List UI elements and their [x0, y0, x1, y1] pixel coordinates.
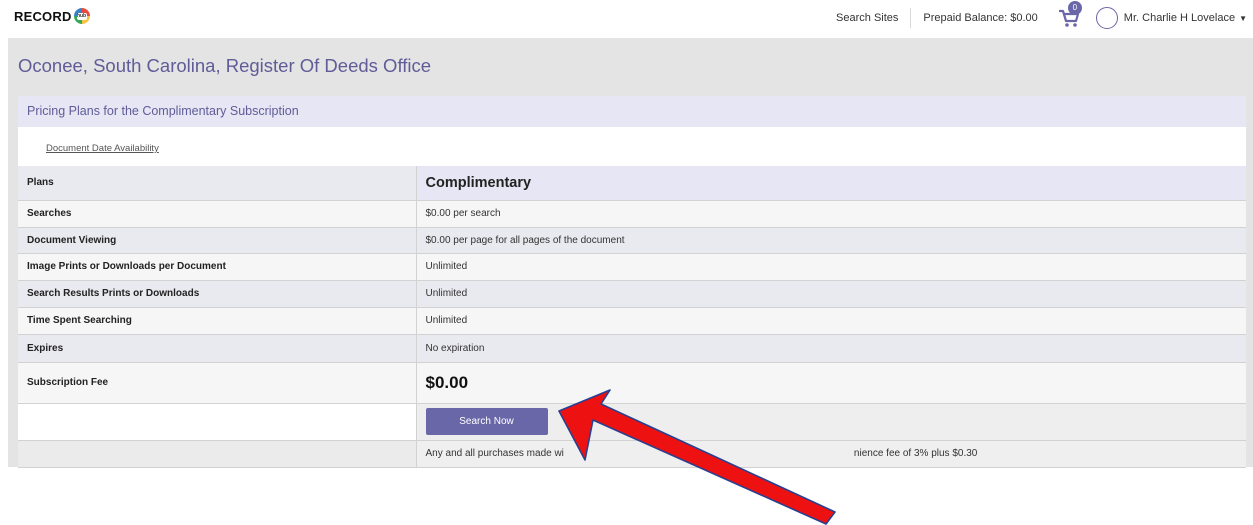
logo-text: RECORD — [14, 8, 72, 24]
main-panel: Oconee, South Carolina, Register Of Deed… — [8, 38, 1253, 468]
search-sites-link[interactable]: Search Sites — [824, 12, 910, 24]
table-row: Expires No expiration — [18, 334, 1246, 363]
table-row: Document Viewing $0.00 per page for all … — [18, 227, 1246, 254]
row-label: Image Prints or Downloads per Document — [18, 253, 416, 281]
page-title: Oconee, South Carolina, Register Of Deed… — [18, 55, 432, 76]
pricing-panel: Pricing Plans for the Complimentary Subs… — [18, 96, 1246, 468]
search-now-button[interactable]: Search Now — [425, 408, 548, 435]
table-row: Time Spent Searching Unlimited — [18, 307, 1246, 335]
row-label: Search Results Prints or Downloads — [18, 280, 416, 308]
caret-down-icon: ▼ — [1239, 13, 1247, 23]
fee-value: $0.00 — [415, 362, 1246, 404]
tabs-row: Document Date Availability — [18, 127, 1246, 166]
plans-table: Plans Complimentary Searches $0.00 per s… — [18, 166, 1246, 468]
fee-note: Any and all purchases made wi nience fee … — [415, 440, 1246, 468]
row-label: Document Viewing — [18, 227, 416, 254]
row-value: No expiration — [415, 334, 1246, 363]
table-row: Subscription Fee $0.00 — [18, 362, 1246, 404]
table-row: Search Now — [18, 403, 1246, 441]
empty-cell — [18, 403, 416, 441]
table-row: Search Results Prints or Downloads Unlim… — [18, 280, 1246, 308]
avatar — [1095, 7, 1118, 29]
top-bar: RECORD hub Search Sites Prepaid Balance:… — [0, 0, 1253, 36]
user-menu[interactable]: Mr. Charlie H Lovelace ▼ — [1095, 7, 1247, 29]
cart-icon[interactable]: 0 — [1058, 1, 1082, 28]
empty-cell — [18, 440, 416, 468]
table-row: Image Prints or Downloads per Document U… — [18, 253, 1246, 281]
table-row: Searches $0.00 per search — [18, 200, 1246, 228]
fee-note-end: nience fee of 3% plus $0.30 — [853, 448, 978, 459]
cart-count-badge: 0 — [1067, 1, 1082, 15]
document-date-availability-link[interactable]: Document Date Availability — [46, 143, 159, 154]
row-label: Expires — [18, 334, 416, 363]
user-name: Mr. Charlie H Lovelace — [1123, 12, 1236, 24]
plans-label: Plans — [18, 166, 416, 201]
row-label: Searches — [18, 200, 416, 228]
row-value: $0.00 per page for all pages of the docu… — [415, 227, 1246, 254]
plan-name: Complimentary — [415, 166, 1246, 201]
row-value: Unlimited — [415, 307, 1246, 335]
table-row: Plans Complimentary — [18, 166, 1246, 201]
fee-note-start: Any and all purchases made wi — [425, 448, 564, 459]
table-row: Any and all purchases made wi nience fee … — [18, 440, 1246, 468]
row-value: $0.00 per search — [415, 200, 1246, 228]
logo-badge-icon: hub — [73, 8, 90, 24]
button-cell: Search Now — [415, 403, 1246, 441]
row-value: Unlimited — [415, 253, 1246, 281]
logo[interactable]: RECORD hub — [14, 8, 90, 24]
fee-label: Subscription Fee — [18, 362, 416, 404]
prepaid-balance-link[interactable]: Prepaid Balance: $0.00 — [911, 12, 1049, 24]
row-label: Time Spent Searching — [18, 307, 416, 335]
pricing-subheader: Pricing Plans for the Complimentary Subs… — [18, 96, 1246, 127]
row-value: Unlimited — [415, 280, 1246, 308]
